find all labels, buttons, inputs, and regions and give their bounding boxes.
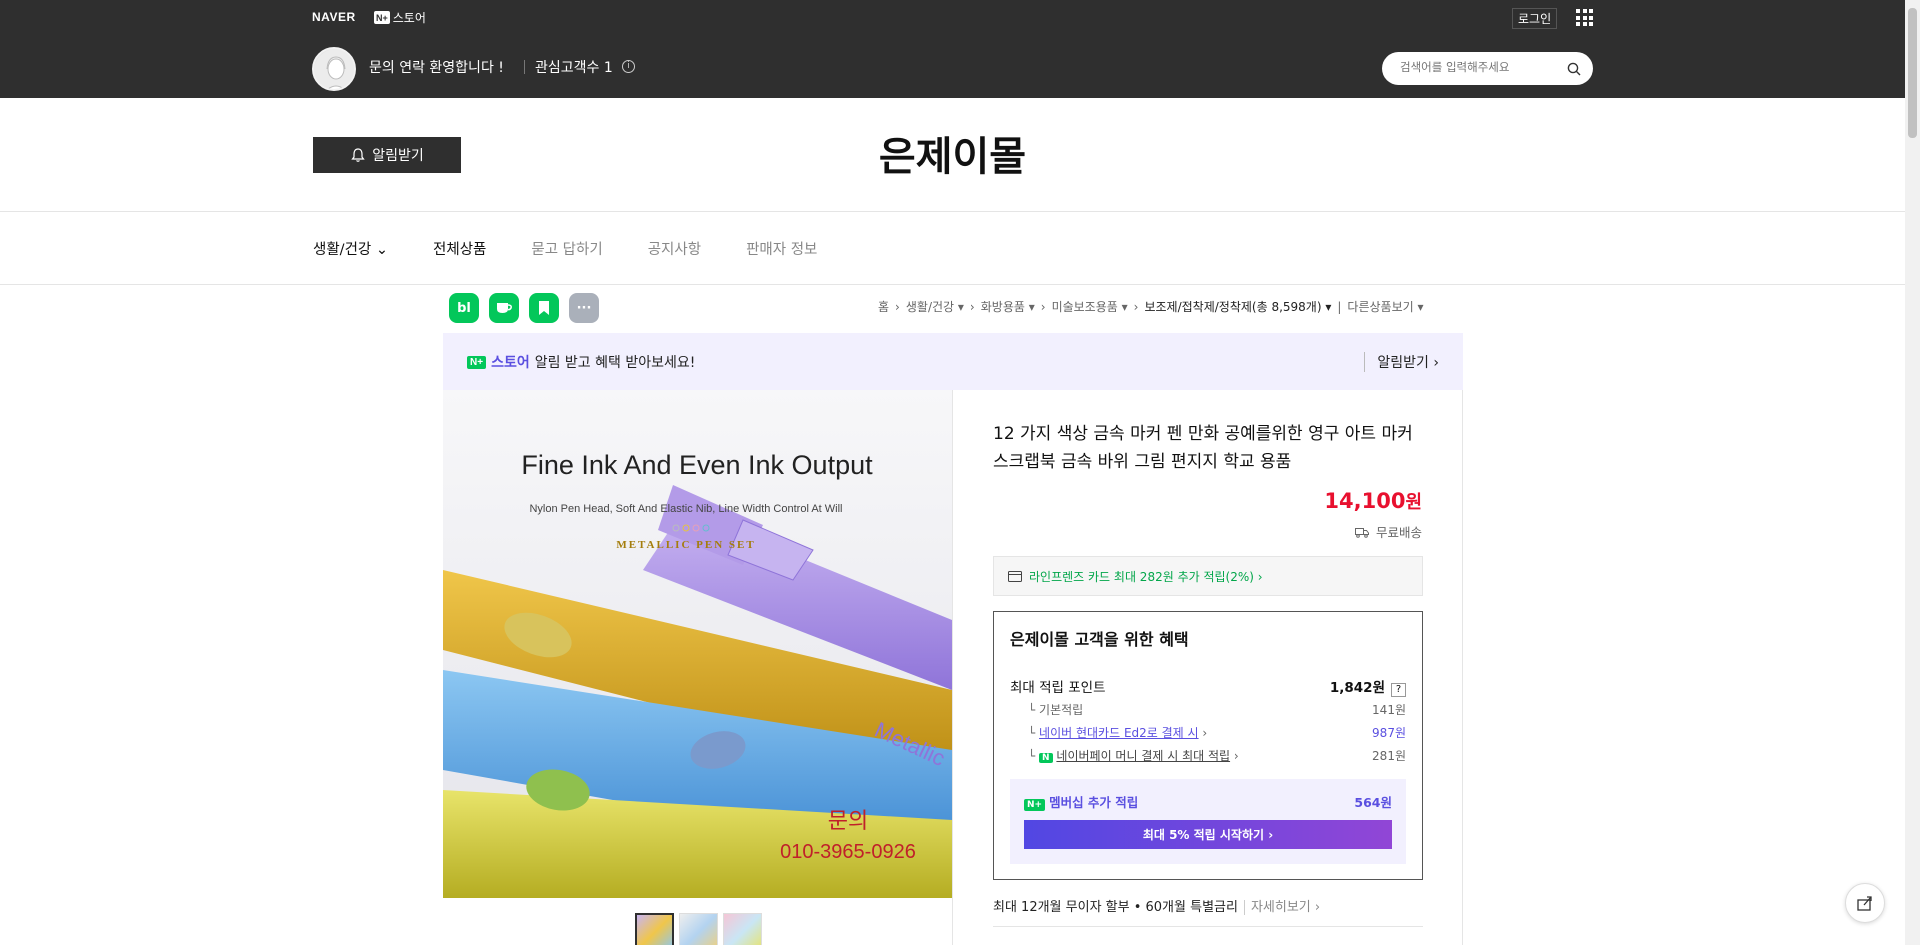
search-box [1382, 52, 1593, 85]
npay-icon: N [1039, 753, 1053, 763]
thumbnail[interactable] [723, 913, 762, 945]
welcome-text: 문의 연락 환영합니다 ! [369, 60, 504, 76]
breadcrumb-item[interactable]: 생활/건강 ▾ [906, 298, 964, 315]
product-price: 14,100원 [1324, 489, 1422, 513]
nplus-badge: N+ [467, 355, 487, 369]
nav-item-qna[interactable]: 묻고 답하기 [531, 238, 602, 259]
svg-text:Nylon Pen Head, Soft And Elast: Nylon Pen Head, Soft And Elastic Nib, Li… [529, 503, 842, 515]
nav-item-notice[interactable]: 공지사항 [648, 238, 701, 259]
avatar[interactable] [312, 47, 356, 91]
banner-alarm-link[interactable]: 알림받기 › [1364, 352, 1439, 372]
naver-logo[interactable]: NAVER [312, 10, 356, 24]
search-input[interactable] [1400, 60, 1560, 74]
benefit-title: 은제이몰 고객을 위한 혜택 [1010, 630, 1189, 649]
store-name[interactable]: 은제이몰 [0, 124, 1905, 182]
login-button[interactable]: 로그인 [1512, 8, 1558, 29]
naver-store-logo[interactable]: N+ 스토어 [374, 9, 426, 26]
breadcrumb-home[interactable]: 홈 [878, 298, 889, 315]
scrollbar[interactable] [1905, 0, 1920, 945]
app-menu-icon[interactable] [1576, 9, 1593, 26]
search-icon[interactable] [1567, 62, 1581, 76]
svg-text:010-3965-0926: 010-3965-0926 [780, 841, 916, 863]
installment-detail-link[interactable]: 자세히보기 › [1243, 900, 1321, 915]
point-row-npay[interactable]: └ N 네이버페이 머니 결제 시 최대 적립 › 281원 [1010, 747, 1406, 764]
point-row-card[interactable]: └ 네이버 현대카드 Ed2로 결제 시 › 987원 [1010, 724, 1406, 741]
share-button[interactable] [1845, 883, 1885, 923]
divider [0, 211, 1905, 212]
shipping-info: 무료배송 [1300, 522, 1422, 541]
product-title: 12 가지 색상 금속 마커 펜 만화 공예를위한 영구 아트 마커 스크랩북 … [993, 424, 1413, 472]
thumbnail[interactable] [635, 913, 674, 945]
more-icon[interactable]: ··· [569, 293, 599, 323]
bookmark-icon[interactable] [529, 293, 559, 323]
thumbnail-strip [635, 913, 762, 945]
nav-item-all-products[interactable]: 전체상품 [433, 238, 486, 259]
membership-start-button[interactable]: 최대 5% 적립 시작하기 › [1024, 820, 1392, 849]
banner-text: 알림 받고 혜택 받아보세요! [534, 355, 696, 371]
card-icon [1008, 570, 1022, 582]
product-main-image[interactable]: Fine Ink And Even Ink Output Nylon Pen H… [443, 390, 952, 898]
share-sns-group: bl ··· [449, 293, 599, 323]
nplus-badge: N+ [1024, 799, 1046, 811]
svg-text:METALLIC PEN SET: METALLIC PEN SET [616, 539, 755, 551]
category-nav: 생활/건강 ⌄ 전체상품 묻고 답하기 공지사항 판매자 정보 [313, 238, 817, 259]
divider [0, 284, 1905, 285]
max-point-row: 최대 적립 포인트 1,842원? [1010, 676, 1406, 697]
breadcrumb: 홈 › 생활/건강 ▾ › 화방용품 ▾ › 미술보조용품 ▾ › 보조제/접착제/정착… [878, 298, 1424, 315]
help-icon[interactable]: ? [1391, 683, 1406, 697]
cafe-icon[interactable] [489, 293, 519, 323]
info-icon[interactable]: i [622, 60, 635, 73]
nstore-banner[interactable]: N+ 스토어 알림 받고 혜택 받아보세요! 알림받기 › [443, 333, 1463, 390]
nav-item-category[interactable]: 생활/건강 ⌄ [313, 238, 388, 259]
svg-text:Fine Ink And Even Ink Output: Fine Ink And Even Ink Output [521, 450, 873, 480]
point-row-basic: └ 기본적립 141원 [1028, 703, 1406, 717]
svg-text:문의: 문의 [828, 809, 868, 834]
benefit-box: 은제이몰 고객을 위한 혜택 최대 적립 포인트 1,842원? └ 기본적립 1… [993, 611, 1423, 880]
thumbnail[interactable] [679, 913, 718, 945]
breadcrumb-other-products[interactable]: 다른상품보기 ▾ [1347, 298, 1423, 315]
nav-item-seller-info[interactable]: 판매자 정보 [746, 238, 817, 259]
breadcrumb-item[interactable]: 화방용품 ▾ [981, 298, 1035, 315]
nplus-badge: N+ [374, 11, 390, 24]
store-logo-text: 스토어 [392, 11, 426, 25]
card-benefit-text: 라인프렌즈 카드 최대 282원 추가 적립(2%) › [1029, 569, 1263, 584]
installment-info: 최대 12개월 무이자 할부 • 60개월 특별금리 자세히보기 › [993, 900, 1321, 915]
share-icon [1857, 896, 1872, 911]
divider [993, 926, 1423, 927]
breadcrumb-current[interactable]: 보조제/접착제/정착제(총 8,598개) ▾ [1144, 298, 1331, 315]
breadcrumb-item[interactable]: 미술보조용품 ▾ [1052, 298, 1128, 315]
divider [524, 60, 525, 74]
membership-box: N+ 멤버십 추가 적립 564원 최대 5% 적립 시작하기 › [1010, 779, 1406, 864]
card-benefit-banner[interactable]: 라인프렌즈 카드 최대 282원 추가 적립(2%) › [993, 556, 1423, 596]
banner-store-label: 스토어 [491, 355, 530, 371]
scrollbar-thumb[interactable] [1908, 8, 1917, 138]
global-header [0, 0, 1905, 98]
favorite-count: 관심고객수 1 [535, 60, 613, 76]
truck-icon [1355, 528, 1369, 538]
blog-icon[interactable]: bl [449, 293, 479, 323]
